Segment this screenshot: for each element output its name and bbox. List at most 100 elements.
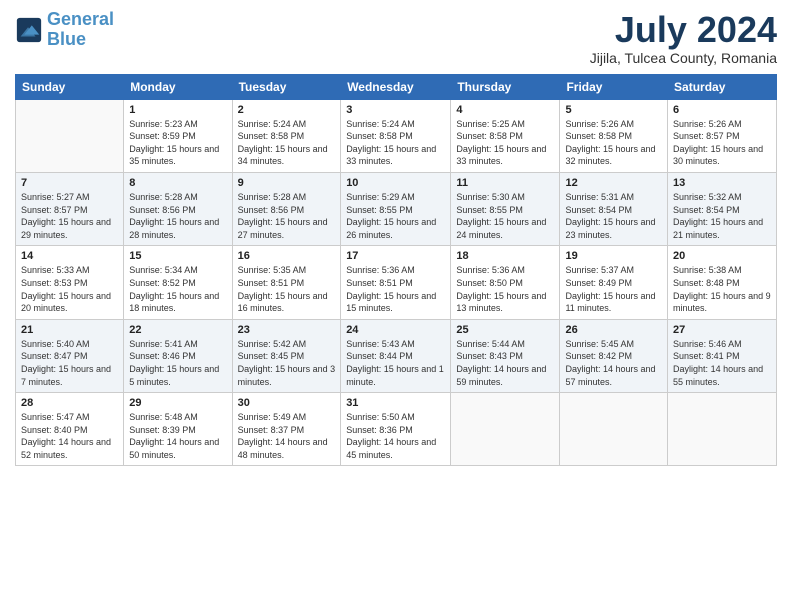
day-number: 28 [21,397,118,409]
day-number: 13 [673,177,771,189]
day-cell: 5 Sunrise: 5:26 AMSunset: 8:58 PMDaylight… [560,99,668,172]
day-cell: 6 Sunrise: 5:26 AMSunset: 8:57 PMDaylight… [668,99,777,172]
day-info: Sunrise: 5:33 AMSunset: 8:53 PMDaylight:… [21,264,118,314]
day-cell: 9 Sunrise: 5:28 AMSunset: 8:56 PMDaylight… [232,172,341,245]
day-cell: 20 Sunrise: 5:38 AMSunset: 8:48 PMDayligh… [668,246,777,319]
day-number: 14 [21,250,118,262]
day-cell: 12Sunrise: 5:31 AMSunset: 8:54 PMDayligh… [560,172,668,245]
day-info: Sunrise: 5:37 AMSunset: 8:49 PMDaylight:… [565,264,662,314]
day-cell: 1 Sunrise: 5:23 AMSunset: 8:59 PMDaylight… [124,99,232,172]
day-number: 8 [129,177,226,189]
day-info: Sunrise: 5:32 AMSunset: 8:54 PMDaylight:… [673,191,771,241]
day-cell: 8 Sunrise: 5:28 AMSunset: 8:56 PMDaylight… [124,172,232,245]
day-cell: 2Sunrise: 5:24 AMSunset: 8:58 PMDaylight… [232,99,341,172]
day-cell [560,393,668,466]
day-info: Sunrise: 5:34 AMSunset: 8:52 PMDaylight:… [129,264,226,314]
day-info: Sunrise: 5:35 AMSunset: 8:51 PMDaylight:… [238,264,336,314]
day-cell: 4 Sunrise: 5:25 AMSunset: 8:58 PMDaylight… [451,99,560,172]
day-number: 4 [456,104,554,116]
day-cell: 23 Sunrise: 5:42 AMSunset: 8:45 PMDayligh… [232,319,341,392]
day-number: 21 [21,324,118,336]
day-cell: 26Sunrise: 5:45 AMSunset: 8:42 PMDayligh… [560,319,668,392]
day-cell: 7Sunrise: 5:27 AMSunset: 8:57 PMDaylight… [16,172,124,245]
week-row-1: 1 Sunrise: 5:23 AMSunset: 8:59 PMDaylight… [16,99,777,172]
col-header-thursday: Thursday [451,74,560,99]
day-number: 29 [129,397,226,409]
day-number: 2 [238,104,336,116]
day-number: 5 [565,104,662,116]
day-cell: 21 Sunrise: 5:40 AMSunset: 8:47 PMDayligh… [16,319,124,392]
day-number: 18 [456,250,554,262]
day-info: Sunrise: 5:24 AMSunset: 8:58 PMDaylight:… [346,118,445,168]
day-number: 15 [129,250,226,262]
day-info: Sunrise: 5:26 AMSunset: 8:58 PMDaylight:… [565,118,662,168]
col-header-tuesday: Tuesday [232,74,341,99]
day-number: 3 [346,104,445,116]
main-container: General Blue July 2024 Jijila, Tulcea Co… [0,0,792,612]
day-info: Sunrise: 5:49 AMSunset: 8:37 PMDaylight:… [238,411,336,461]
day-info: Sunrise: 5:41 AMSunset: 8:46 PMDaylight:… [129,338,226,388]
day-number: 17 [346,250,445,262]
header-row: SundayMondayTuesdayWednesdayThursdayFrid… [16,74,777,99]
day-info: Sunrise: 5:28 AMSunset: 8:56 PMDaylight:… [129,191,226,241]
calendar-title: July 2024 [590,10,777,50]
day-info: Sunrise: 5:36 AMSunset: 8:50 PMDaylight:… [456,264,554,314]
col-header-sunday: Sunday [16,74,124,99]
day-cell: 15 Sunrise: 5:34 AMSunset: 8:52 PMDayligh… [124,246,232,319]
day-info: Sunrise: 5:38 AMSunset: 8:48 PMDaylight:… [673,264,771,314]
day-cell: 29Sunrise: 5:48 AMSunset: 8:39 PMDayligh… [124,393,232,466]
day-info: Sunrise: 5:36 AMSunset: 8:51 PMDaylight:… [346,264,445,314]
day-info: Sunrise: 5:28 AMSunset: 8:56 PMDaylight:… [238,191,336,241]
day-cell: 13 Sunrise: 5:32 AMSunset: 8:54 PMDayligh… [668,172,777,245]
day-number: 1 [129,104,226,116]
day-info: Sunrise: 5:46 AMSunset: 8:41 PMDaylight:… [673,338,771,388]
day-number: 23 [238,324,336,336]
day-info: Sunrise: 5:25 AMSunset: 8:58 PMDaylight:… [456,118,554,168]
day-number: 20 [673,250,771,262]
day-number: 22 [129,324,226,336]
day-info: Sunrise: 5:27 AMSunset: 8:57 PMDaylight:… [21,191,118,241]
day-cell [16,99,124,172]
day-number: 10 [346,177,445,189]
day-info: Sunrise: 5:30 AMSunset: 8:55 PMDaylight:… [456,191,554,241]
day-info: Sunrise: 5:23 AMSunset: 8:59 PMDaylight:… [129,118,226,168]
day-cell: 22 Sunrise: 5:41 AMSunset: 8:46 PMDayligh… [124,319,232,392]
week-row-3: 14 Sunrise: 5:33 AMSunset: 8:53 PMDayligh… [16,246,777,319]
day-info: Sunrise: 5:26 AMSunset: 8:57 PMDaylight:… [673,118,771,168]
day-cell [668,393,777,466]
logo-text: General Blue [47,10,114,50]
day-number: 25 [456,324,554,336]
week-row-5: 28 Sunrise: 5:47 AMSunset: 8:40 PMDayligh… [16,393,777,466]
day-cell: 27 Sunrise: 5:46 AMSunset: 8:41 PMDayligh… [668,319,777,392]
title-area: July 2024 Jijila, Tulcea County, Romania [590,10,777,66]
col-header-saturday: Saturday [668,74,777,99]
day-number: 30 [238,397,336,409]
day-number: 27 [673,324,771,336]
day-number: 6 [673,104,771,116]
day-cell: 14 Sunrise: 5:33 AMSunset: 8:53 PMDayligh… [16,246,124,319]
day-cell: 18 Sunrise: 5:36 AMSunset: 8:50 PMDayligh… [451,246,560,319]
col-header-monday: Monday [124,74,232,99]
day-cell: 11Sunrise: 5:30 AMSunset: 8:55 PMDayligh… [451,172,560,245]
day-cell: 3 Sunrise: 5:24 AMSunset: 8:58 PMDaylight… [341,99,451,172]
day-cell: 10 Sunrise: 5:29 AMSunset: 8:55 PMDayligh… [341,172,451,245]
day-cell: 24Sunrise: 5:43 AMSunset: 8:44 PMDayligh… [341,319,451,392]
calendar-subtitle: Jijila, Tulcea County, Romania [590,50,777,66]
day-number: 9 [238,177,336,189]
day-cell: 31 Sunrise: 5:50 AMSunset: 8:36 PMDayligh… [341,393,451,466]
day-number: 31 [346,397,445,409]
day-info: Sunrise: 5:31 AMSunset: 8:54 PMDaylight:… [565,191,662,241]
day-cell: 19 Sunrise: 5:37 AMSunset: 8:49 PMDayligh… [560,246,668,319]
day-cell: 16Sunrise: 5:35 AMSunset: 8:51 PMDayligh… [232,246,341,319]
day-info: Sunrise: 5:44 AMSunset: 8:43 PMDaylight:… [456,338,554,388]
day-info: Sunrise: 5:47 AMSunset: 8:40 PMDaylight:… [21,411,118,461]
week-row-2: 7Sunrise: 5:27 AMSunset: 8:57 PMDaylight… [16,172,777,245]
day-number: 19 [565,250,662,262]
day-info: Sunrise: 5:40 AMSunset: 8:47 PMDaylight:… [21,338,118,388]
header: General Blue July 2024 Jijila, Tulcea Co… [15,10,777,66]
day-cell: 17 Sunrise: 5:36 AMSunset: 8:51 PMDayligh… [341,246,451,319]
day-info: Sunrise: 5:50 AMSunset: 8:36 PMDaylight:… [346,411,445,461]
day-info: Sunrise: 5:29 AMSunset: 8:55 PMDaylight:… [346,191,445,241]
day-number: 26 [565,324,662,336]
day-info: Sunrise: 5:42 AMSunset: 8:45 PMDaylight:… [238,338,336,388]
